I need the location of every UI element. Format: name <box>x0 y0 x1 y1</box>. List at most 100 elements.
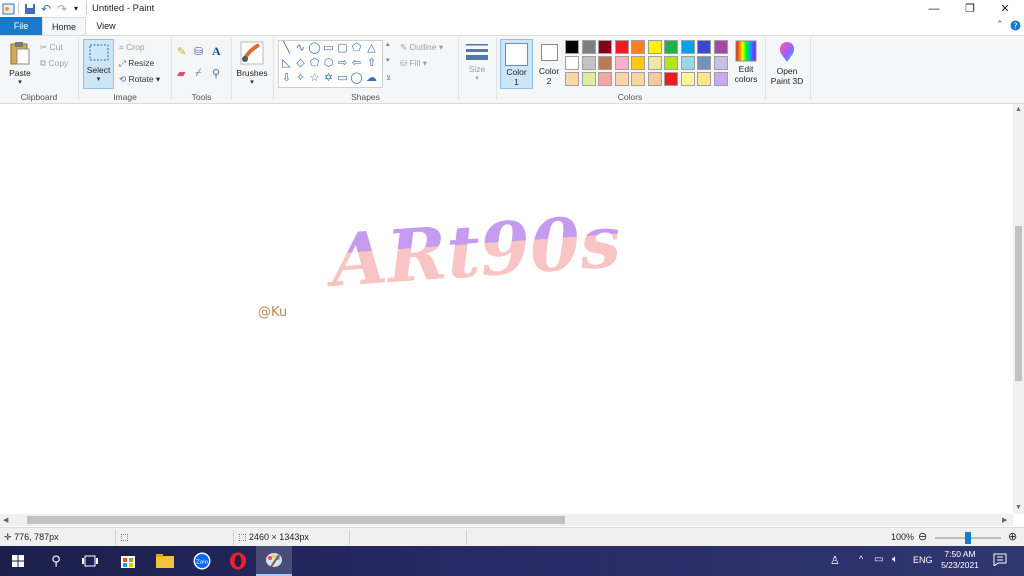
zoom-out-icon[interactable]: ⊖ <box>918 530 927 543</box>
palette-swatch[interactable] <box>697 72 711 86</box>
horizontal-scroll-thumb[interactable] <box>27 516 565 524</box>
redo-icon[interactable]: ↷ <box>57 2 67 16</box>
five-point-star-shape-icon[interactable]: ☆ <box>308 72 321 85</box>
minimize-button[interactable]: — <box>917 0 951 17</box>
task-view-icon[interactable] <box>72 546 108 576</box>
polygon-shape-icon[interactable]: ⬠ <box>350 42 363 55</box>
tab-home[interactable]: Home <box>42 17 86 35</box>
restore-button[interactable]: ❐ <box>953 0 987 17</box>
scroll-right-icon[interactable]: ▶ <box>1002 516 1007 524</box>
opera-icon[interactable] <box>220 546 256 576</box>
palette-swatch[interactable] <box>664 40 678 54</box>
palette-swatch[interactable] <box>581 40 596 54</box>
palette-swatch[interactable] <box>565 72 579 86</box>
palette-swatch[interactable] <box>598 40 612 54</box>
tab-file[interactable]: File <box>0 17 42 35</box>
zoom-slider-thumb[interactable] <box>965 532 971 544</box>
eraser-icon[interactable]: ▰ <box>177 67 185 80</box>
pentagon-shape-icon[interactable]: ⬠ <box>308 57 321 70</box>
select-button[interactable]: Select ▾ <box>83 39 114 89</box>
callout-oval-shape-icon[interactable]: ◯ <box>350 72 363 85</box>
vertical-scroll-thumb[interactable] <box>1015 226 1022 381</box>
people-icon[interactable]: ♙ <box>830 554 840 567</box>
palette-swatch[interactable] <box>680 72 695 86</box>
palette-swatch[interactable] <box>713 40 728 54</box>
customize-toolbar-icon[interactable]: ▾ <box>74 2 78 15</box>
curve-shape-icon[interactable]: ∿ <box>294 42 307 55</box>
right-arrow-shape-icon[interactable]: ⇨ <box>336 57 349 70</box>
rounded-rectangle-shape-icon[interactable]: ▢ <box>336 42 349 55</box>
right-triangle-shape-icon[interactable]: ◺ <box>280 57 293 70</box>
palette-swatch[interactable] <box>697 40 711 54</box>
zoom-slider[interactable] <box>935 532 1001 544</box>
clock[interactable]: 7:50 AM 5/23/2021 <box>938 549 982 571</box>
battery-icon[interactable]: ▭ <box>874 554 883 565</box>
zalo-icon[interactable]: Zalo <box>184 546 220 576</box>
oval-shape-icon[interactable]: ◯ <box>308 42 321 55</box>
rectangle-shape-icon[interactable]: ▭ <box>322 42 335 55</box>
paint-app-icon[interactable] <box>2 2 15 15</box>
crop-button[interactable]: ⌗ Crop <box>119 42 145 53</box>
palette-swatch[interactable] <box>647 72 662 86</box>
vertical-scrollbar[interactable]: ▲ ▼ <box>1013 104 1024 514</box>
hexagon-shape-icon[interactable]: ⬡ <box>322 57 335 70</box>
palette-swatch[interactable] <box>631 72 645 86</box>
palette-swatch[interactable] <box>614 56 629 70</box>
down-arrow-shape-icon[interactable]: ⇩ <box>280 72 293 85</box>
tab-view[interactable]: View <box>86 17 126 35</box>
left-arrow-shape-icon[interactable]: ⇦ <box>350 57 363 70</box>
language-indicator[interactable]: ENG <box>913 555 933 565</box>
store-icon[interactable] <box>110 546 146 576</box>
search-icon[interactable]: ⚲ <box>38 546 74 576</box>
file-explorer-icon[interactable] <box>147 546 183 576</box>
palette-swatch[interactable] <box>713 72 728 86</box>
brushes-button[interactable]: Brushes ▾ <box>235 40 269 86</box>
palette-swatch[interactable] <box>581 56 596 70</box>
edit-colors-button[interactable]: Edit colors <box>731 40 761 84</box>
shapes-scroll-up-icon[interactable]: ▴ <box>386 40 390 48</box>
close-button[interactable]: ✕ <box>988 0 1022 17</box>
horizontal-scrollbar[interactable]: ◀ ▶ <box>0 514 1013 526</box>
palette-swatch[interactable] <box>598 56 612 70</box>
color1-button[interactable]: Color 1 <box>500 39 533 89</box>
drawing-canvas[interactable]: ARt90s @Ku <box>0 104 1013 514</box>
palette-swatch[interactable] <box>647 40 662 54</box>
palette-swatch[interactable] <box>647 56 662 70</box>
callout-cloud-shape-icon[interactable]: ☁ <box>365 72 378 85</box>
undo-icon[interactable]: ↶ <box>41 2 51 16</box>
paste-button[interactable]: Paste ▾ <box>6 40 34 86</box>
magnifier-icon[interactable]: ⚲ <box>212 67 220 80</box>
color2-button[interactable]: Color 2 <box>536 40 562 86</box>
palette-swatch[interactable] <box>614 40 629 54</box>
shapes-gallery[interactable]: ╲ ∿ ◯ ▭ ▢ ⬠ △ ◺ ◇ ⬠ ⬡ ⇨ ⇦ ⇧ ⇩ ✧ ☆ ✡ ▭ ◯ … <box>278 40 383 88</box>
save-icon[interactable] <box>24 2 36 15</box>
palette-swatch[interactable] <box>697 56 711 70</box>
volume-icon[interactable]: 🔈︎ <box>892 554 898 565</box>
palette-swatch[interactable] <box>565 40 579 54</box>
paint-icon[interactable] <box>256 546 292 576</box>
text-tool-icon[interactable]: A <box>212 44 221 59</box>
line-shape-icon[interactable]: ╲ <box>280 42 293 55</box>
palette-swatch[interactable] <box>631 40 645 54</box>
show-hidden-icons-chevron-icon[interactable]: ^ <box>859 554 863 564</box>
shapes-scroll-down-icon[interactable]: ▾ <box>386 56 390 64</box>
palette-swatch[interactable] <box>598 72 612 86</box>
six-point-star-shape-icon[interactable]: ✡ <box>322 72 335 85</box>
size-button[interactable]: Size ▾ <box>462 40 492 82</box>
palette-swatch[interactable] <box>631 56 645 70</box>
palette-swatch[interactable] <box>713 56 728 70</box>
color-picker-icon[interactable]: ⌿ <box>195 67 202 80</box>
zoom-in-icon[interactable]: ⊕ <box>1008 530 1017 543</box>
palette-swatch[interactable] <box>664 72 678 86</box>
scroll-down-icon[interactable]: ▼ <box>1015 504 1022 511</box>
palette-swatch[interactable] <box>565 56 579 70</box>
palette-swatch[interactable] <box>680 40 695 54</box>
help-icon[interactable]: ? <box>1010 20 1021 34</box>
outline-button[interactable]: ✎ Outline ▾ <box>400 42 443 53</box>
four-point-star-shape-icon[interactable]: ✧ <box>294 72 307 85</box>
canvas-area[interactable]: ARt90s @Ku <box>0 104 1013 514</box>
resize-button[interactable]: ⤢ Resize <box>119 58 154 69</box>
shapes-expand-icon[interactable]: ⊻ <box>386 74 391 82</box>
notifications-icon[interactable] <box>993 553 1007 568</box>
scroll-up-icon[interactable]: ▲ <box>1015 106 1022 113</box>
